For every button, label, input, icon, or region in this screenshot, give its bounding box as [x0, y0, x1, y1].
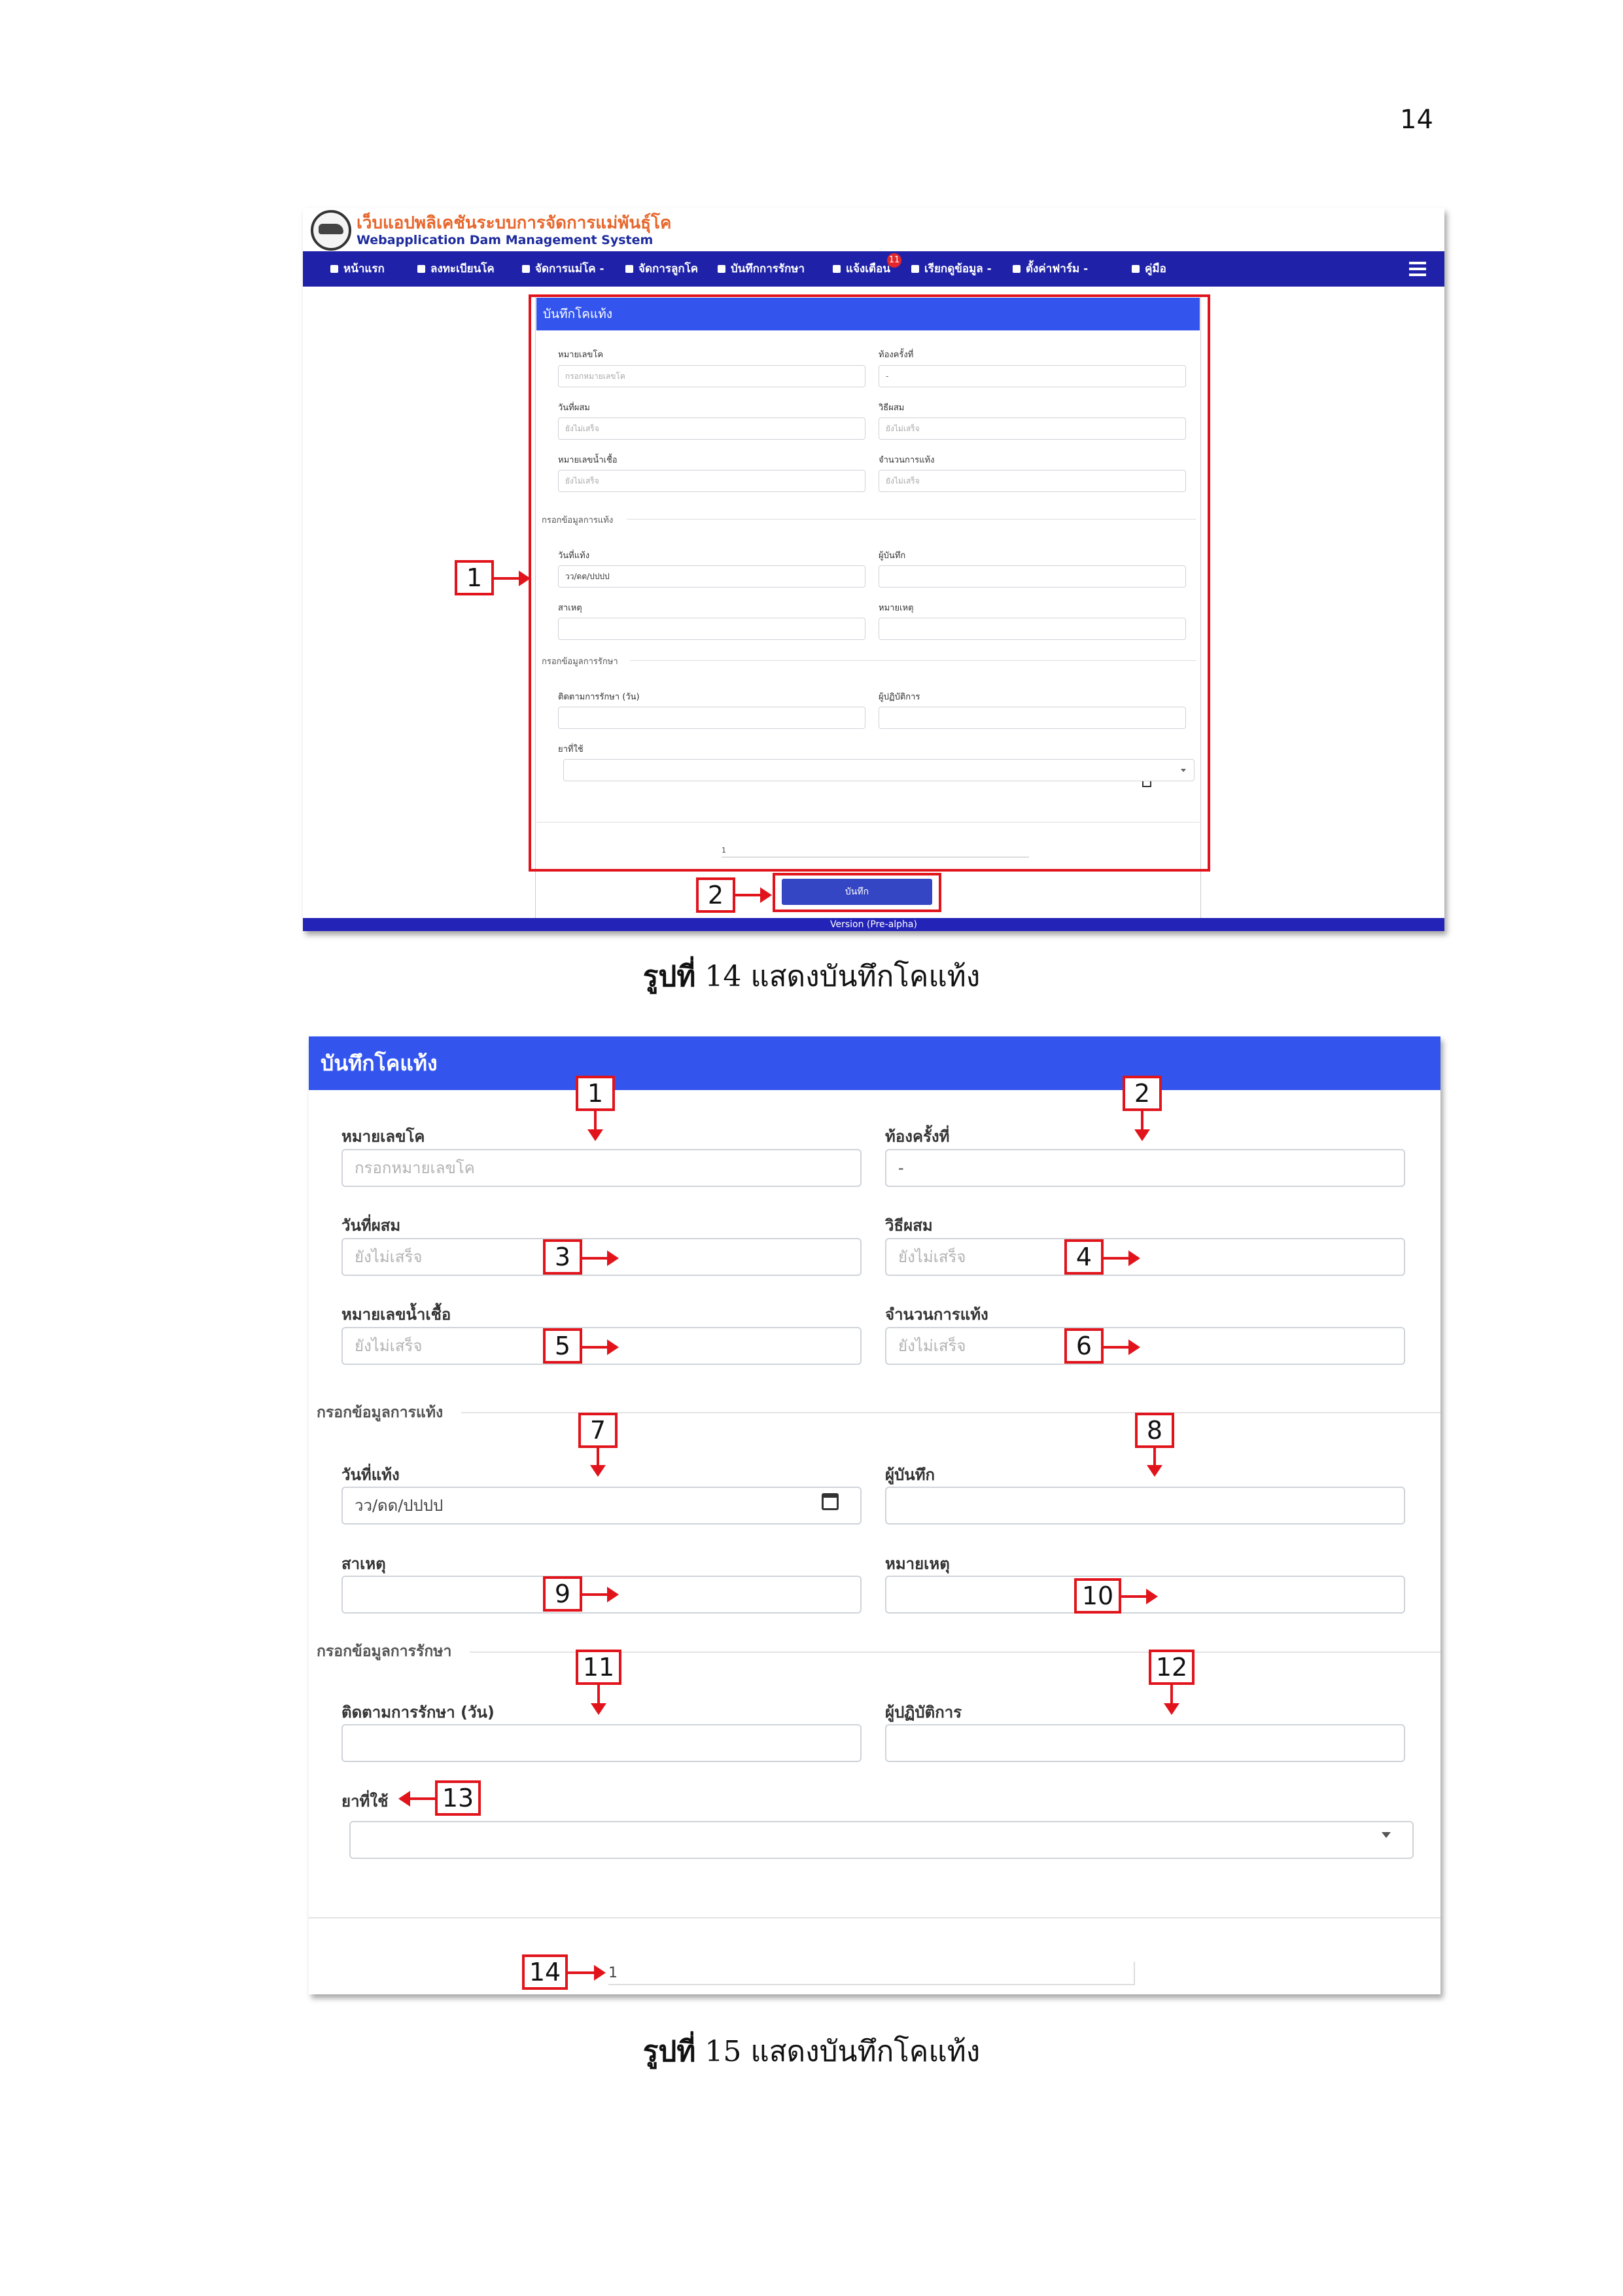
callout-badge: 11	[576, 1650, 621, 1685]
callout-badge: 8	[1135, 1413, 1174, 1448]
menu-toggle-icon[interactable]	[1409, 262, 1426, 276]
callout-arrow	[398, 1791, 435, 1807]
home-icon	[330, 265, 338, 273]
abort-date-input[interactable]: วว/ดด/ปปปป	[341, 1487, 862, 1525]
cow-logo-icon	[319, 224, 343, 234]
callout-arrow	[1147, 1448, 1162, 1477]
callout-badge: 14	[522, 1954, 568, 1990]
nav-farm-settings[interactable]: ตั้งค่าฟาร์ม -	[1013, 251, 1088, 287]
note-input[interactable]	[885, 1576, 1405, 1614]
gear-icon	[1013, 265, 1021, 273]
callout-badge: 1	[576, 1076, 615, 1111]
callout-badge: 7	[578, 1413, 618, 1448]
figure-caption: รูปที่ 15 แสดงบันทึกโคแท้ง	[642, 2035, 981, 2068]
pregnancy-input[interactable]: -	[885, 1149, 1405, 1187]
callout-arrow	[591, 1685, 606, 1715]
nav-manage-calf[interactable]: จัดการลูกโค	[625, 251, 698, 287]
operator-input[interactable]	[885, 1724, 1405, 1762]
callout-badge: 12	[1149, 1650, 1195, 1685]
method-input[interactable]: ยังไม่เสร็จ	[885, 1238, 1405, 1276]
nav-alerts[interactable]: แจ้งเตือน	[833, 251, 890, 287]
label-breed-date: วันที่ผสม	[341, 1216, 401, 1235]
file-icon	[625, 265, 633, 273]
cow-id-input[interactable]: กรอกหมายเลขโค	[341, 1149, 862, 1187]
callout-arrow	[1134, 1111, 1150, 1141]
callout-arrow	[1121, 1589, 1158, 1604]
calendar-icon[interactable]	[822, 1493, 839, 1510]
section-abort: กรอกข้อมูลการแท้ง	[317, 1404, 444, 1421]
label-cow-id: หมายเลขโค	[341, 1127, 425, 1146]
callout-badge: 9	[543, 1576, 582, 1612]
label-method: วิธีผสม	[885, 1216, 933, 1235]
section-treatment: กรอกข้อมูลการรักษา	[317, 1643, 452, 1660]
callout-badge: 1	[455, 560, 494, 595]
label-abort-count: จำนวนการแท้ง	[885, 1305, 988, 1324]
nav-treatment[interactable]: บันทึกการรักษา	[718, 251, 805, 287]
version-footer: Version (Pre-alpha)	[303, 918, 1444, 931]
callout-arrow	[590, 1448, 606, 1477]
callout-arrow	[1104, 1339, 1140, 1355]
nav-manual[interactable]: คู่มือ	[1132, 251, 1166, 287]
label-semen: หมายเลขน้ำเชื้อ	[341, 1305, 451, 1324]
label-operator: ผู้ปฏิบัติการ	[885, 1703, 962, 1722]
bell-icon	[833, 265, 841, 273]
callout-badge: 10	[1074, 1578, 1121, 1614]
nav-register[interactable]: ลงทะเบียนโค	[417, 251, 495, 287]
figure-caption: รูปที่ 14 แสดงบันทึกโคแท้ง	[642, 960, 981, 993]
drug-select[interactable]	[349, 1821, 1414, 1859]
callout-arrow	[735, 887, 772, 903]
row-count-input[interactable]: 1	[608, 1962, 1135, 1985]
label-pregnancy: ท้องครั้งที่	[885, 1127, 950, 1146]
file-icon	[417, 265, 425, 273]
callout-arrow	[494, 571, 531, 586]
card-title: บันทึกโคแท้ง	[309, 1036, 1440, 1090]
nav-manage-dam[interactable]: จัดการแม่โค -	[522, 251, 604, 287]
abort-count-input[interactable]: ยังไม่เสร็จ	[885, 1327, 1405, 1365]
highlight-box-button	[773, 873, 941, 912]
callout-badge: 13	[435, 1780, 481, 1816]
callout-arrow	[568, 1965, 606, 1981]
callout-badge: 6	[1064, 1328, 1104, 1364]
callout-arrow	[582, 1587, 619, 1602]
edit-icon	[718, 265, 725, 273]
chevron-down-icon	[1382, 1832, 1391, 1838]
page-number: 14	[1400, 105, 1433, 135]
brand-title-en: Webapplication Dam Management System	[357, 233, 654, 247]
label-recorder: ผู้บันทึก	[885, 1466, 935, 1484]
nav-view-data[interactable]: เรียกดูข้อมูล -	[911, 251, 992, 287]
callout-badge: 4	[1064, 1239, 1104, 1275]
book-icon	[1132, 265, 1140, 273]
file-icon	[522, 265, 530, 273]
callout-arrow	[582, 1339, 619, 1355]
brand-title-th: เว็บแอปพลิเคชันระบบการจัดการแม่พันธุ์โค	[357, 213, 672, 233]
label-note: หมายเหตุ	[885, 1555, 950, 1573]
callout-badge: 2	[1123, 1076, 1162, 1111]
callout-arrow	[582, 1250, 619, 1266]
callout-badge: 2	[696, 877, 735, 913]
callout-badge: 3	[543, 1239, 582, 1275]
label-abort-date: วันที่แท้ง	[341, 1466, 400, 1484]
callout-arrow	[587, 1111, 603, 1141]
notification-badge: 11	[887, 253, 901, 268]
callout-arrow	[1164, 1685, 1179, 1715]
nav-home[interactable]: หน้าแรก	[330, 251, 385, 287]
label-follow-up: ติดตามการรักษา (วัน)	[341, 1703, 495, 1722]
callout-badge: 5	[543, 1328, 582, 1364]
folder-icon	[911, 265, 919, 273]
highlight-box-form	[529, 294, 1210, 872]
recorder-input[interactable]	[885, 1487, 1405, 1525]
label-drug: ยาที่ใช้	[341, 1792, 389, 1810]
callout-arrow	[1104, 1250, 1140, 1266]
divider	[309, 1917, 1440, 1918]
follow-up-input[interactable]	[341, 1724, 862, 1762]
label-cause: สาเหตุ	[341, 1555, 386, 1573]
